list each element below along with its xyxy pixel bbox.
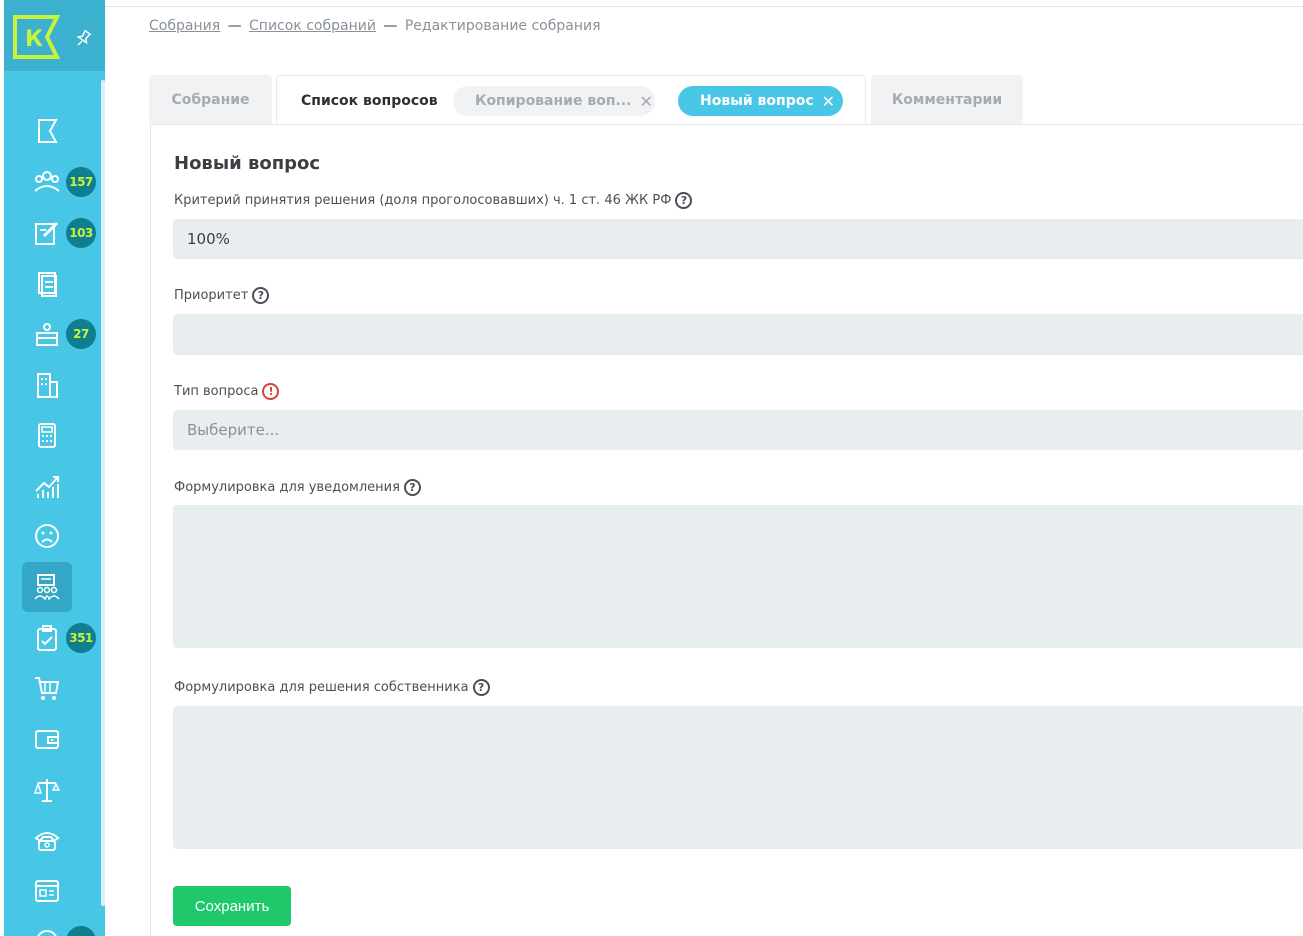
sidebar-item-legal[interactable]: [22, 765, 72, 815]
sidebar-item-meetings[interactable]: [22, 562, 72, 612]
sidebar-item-complaints[interactable]: [22, 511, 72, 561]
decision-wording-label-text: Формулировка для решения собственника: [174, 680, 469, 695]
tab-comments[interactable]: Комментарии: [871, 75, 1023, 125]
notice-wording-label-text: Формулировка для уведомления: [174, 480, 400, 495]
question-type-select[interactable]: Выберите...: [173, 410, 1303, 450]
chart-growth-icon: [35, 476, 59, 498]
tasks-badge: 351: [66, 623, 96, 653]
help-icon[interactable]: ?: [403, 479, 421, 496]
sidebar-item-calls[interactable]: [22, 815, 72, 865]
logo-icon[interactable]: К: [12, 14, 60, 60]
sidebar-item-shop[interactable]: [22, 663, 72, 713]
breadcrumb: Собрания — Список собраний — Редактирова…: [149, 18, 601, 34]
people-group-icon: [34, 171, 60, 192]
breadcrumb-separator: —: [227, 18, 242, 34]
sidebar-item-requests[interactable]: [22, 208, 72, 258]
sidebar-header: К: [4, 0, 105, 71]
sad-face-icon: [35, 524, 59, 548]
sidebar-item-buildings[interactable]: [22, 360, 72, 410]
sidebar-item-tasks[interactable]: [22, 613, 72, 663]
priority-label-text: Приоритет: [174, 288, 249, 303]
help-icon[interactable]: ?: [252, 287, 270, 304]
clipboard-check-icon: [37, 625, 57, 651]
close-icon[interactable]: ✕: [822, 92, 835, 111]
edit-note-icon: [35, 221, 59, 245]
sidebar-item-reception[interactable]: [22, 309, 72, 359]
sidebar-scrollbar[interactable]: [101, 80, 105, 906]
residents-badge: 157: [66, 167, 96, 197]
sidebar-item-news[interactable]: [22, 866, 72, 916]
subtab-new-question-label: Новый вопрос: [700, 93, 814, 109]
sidebar-item-more[interactable]: [22, 916, 72, 936]
tab-questions-label: Список вопросов: [301, 92, 438, 109]
notice-wording-textarea[interactable]: [173, 505, 1303, 648]
documents-icon: [38, 272, 57, 297]
requests-badge: 103: [66, 218, 96, 248]
sidebar: К 157 103 27 351: [4, 0, 105, 936]
building-icon: [37, 373, 58, 398]
breadcrumb-meetings-list-link[interactable]: Список собраний: [249, 18, 376, 34]
calculator-icon: [38, 423, 56, 448]
criterion-field[interactable]: 100%: [173, 219, 1303, 259]
top-divider: [105, 6, 1303, 7]
close-icon[interactable]: ✕: [639, 92, 652, 111]
sidebar-item-wallet[interactable]: [22, 714, 72, 764]
tab-meeting[interactable]: Собрание: [149, 75, 272, 125]
criterion-label: Критерий принятия решения (доля проголос…: [174, 192, 693, 209]
criterion-value: 100%: [187, 230, 230, 248]
subtab-copy-label: Копирование воп...: [475, 93, 632, 109]
notice-wording-label: Формулировка для уведомления ?: [174, 479, 421, 496]
meeting-icon: [34, 574, 60, 601]
help-icon[interactable]: ?: [675, 192, 693, 209]
decision-wording-textarea[interactable]: [173, 706, 1303, 849]
subtab-copy[interactable]: Копирование воп... ✕: [453, 86, 655, 116]
sidebar-item-analytics[interactable]: [22, 461, 72, 511]
priority-label: Приоритет ?: [174, 287, 270, 304]
subtab-new-question[interactable]: Новый вопрос ✕: [678, 86, 843, 116]
clock-icon: [37, 930, 57, 936]
sidebar-item-residents[interactable]: [22, 157, 72, 207]
criterion-label-text: Критерий принятия решения (доля проголос…: [174, 193, 672, 208]
save-button[interactable]: Сохранить: [173, 886, 291, 926]
scales-icon: [33, 779, 61, 802]
decision-wording-label: Формулировка для решения собственника ?: [174, 679, 490, 696]
help-icon[interactable]: ?: [472, 679, 490, 696]
question-type-placeholder: Выберите...: [187, 421, 280, 439]
warning-icon[interactable]: !: [262, 383, 280, 400]
telephone-icon: [34, 832, 60, 851]
pin-icon[interactable]: [72, 28, 94, 50]
breadcrumb-separator: —: [383, 18, 398, 34]
browser-window-icon: [35, 880, 59, 902]
svg-text:К: К: [25, 27, 43, 52]
reception-badge: 27: [66, 319, 96, 349]
sidebar-item-home[interactable]: [22, 106, 72, 156]
reception-desk-icon: [36, 323, 58, 346]
flag-icon: [38, 119, 58, 143]
priority-field[interactable]: [173, 314, 1303, 355]
sidebar-item-documents[interactable]: [22, 259, 72, 309]
sidebar-item-calculator[interactable]: [22, 410, 72, 460]
breadcrumb-current: Редактирование собрания: [404, 18, 601, 34]
form-title: Новый вопрос: [174, 153, 321, 174]
question-type-label-text: Тип вопроса: [174, 384, 259, 399]
wallet-icon: [35, 730, 59, 749]
question-type-label: Тип вопроса !: [174, 383, 280, 400]
shopping-cart-icon: [35, 677, 60, 700]
breadcrumb-meetings-link[interactable]: Собрания: [149, 18, 220, 34]
